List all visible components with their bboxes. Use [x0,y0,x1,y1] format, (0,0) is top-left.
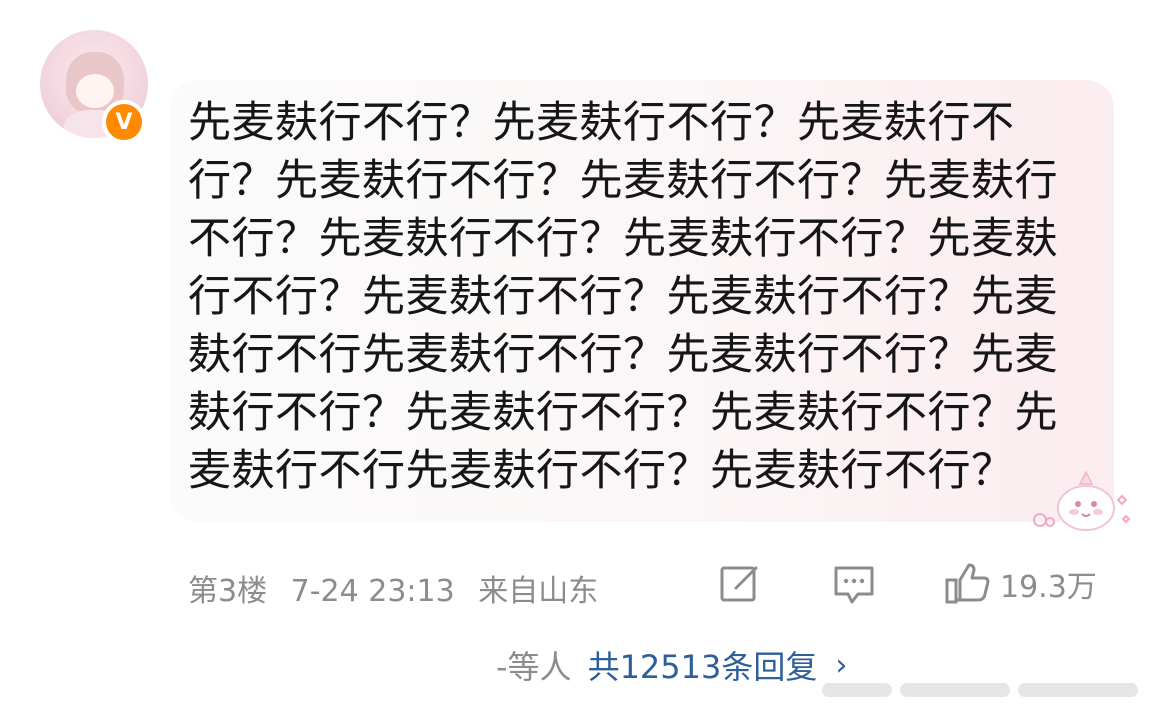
like-count: 19.3万 [1000,570,1097,605]
comment-icon [834,566,874,604]
edit-button[interactable] [718,562,762,606]
like-icon [945,563,990,604]
cute-sticker-icon [1033,470,1131,531]
edit-icon [720,566,758,602]
watermark-overlay [822,674,1140,706]
comment-button[interactable] [832,562,876,606]
reply-names: -等人 [496,648,572,686]
comment-datetime: 7-24 23:13 [290,574,455,609]
replies-link[interactable]: -等人 共12513条回复 › [496,642,847,688]
like-button[interactable]: 19.3万 [944,562,1097,606]
comment-text: 先麦麸行不行？先麦麸行不行？先麦麸行不行？先麦麸行不行？先麦麸行不行？先麦麸行不… [188,98,1058,496]
avatar-face [76,74,114,108]
comment-meta: 第3楼 7-24 23:13 来自山东 [188,566,612,610]
comment-location: 来自山东 [478,574,599,609]
floor-label: 第3楼 [188,574,268,609]
reply-count: 共12513条回复 [587,648,818,686]
comment-bubble[interactable]: 先麦麸行不行？先麦麸行不行？先麦麸行不行？先麦麸行不行？先麦麸行不行？先麦麸行不… [170,80,1114,522]
verified-badge-icon: V [102,100,146,144]
